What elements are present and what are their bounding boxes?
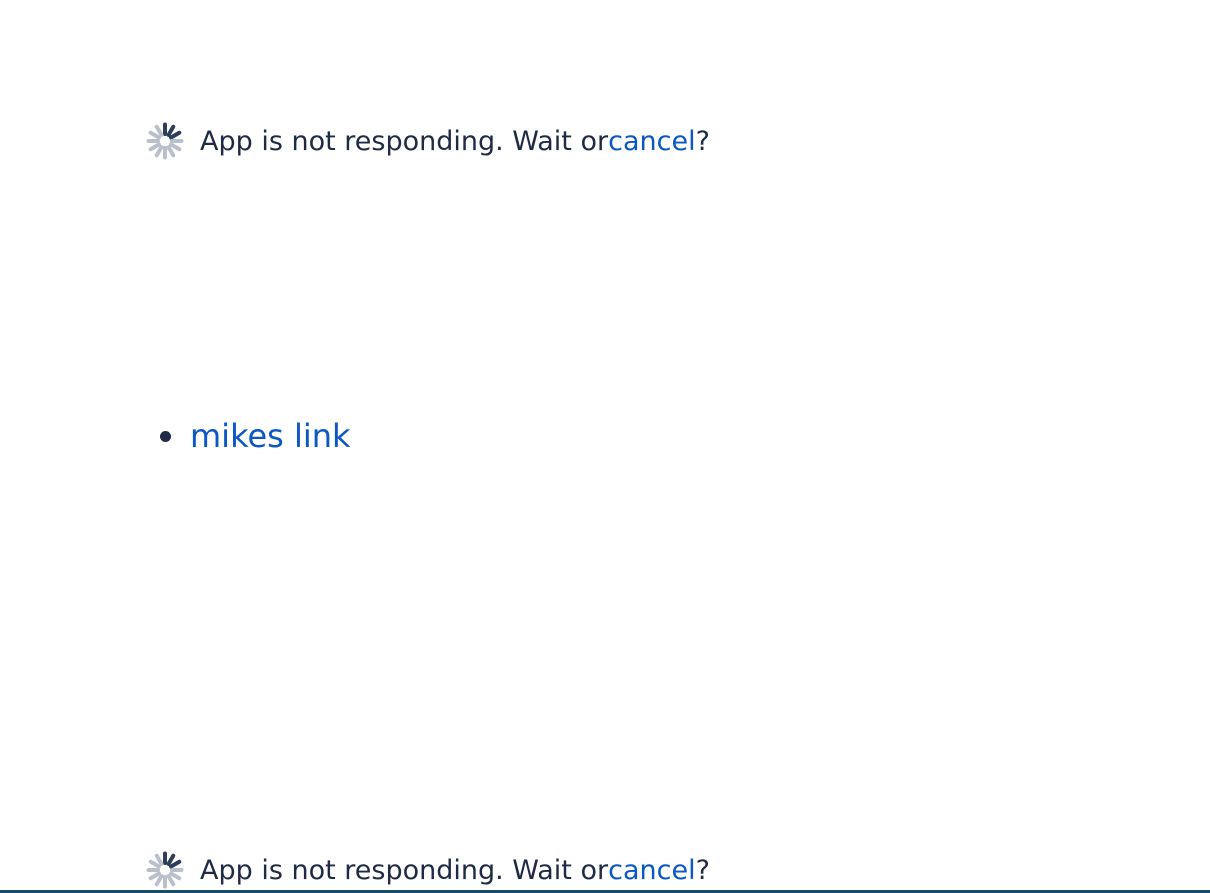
spinner-icon xyxy=(145,121,185,161)
mikes-link[interactable]: mikes link xyxy=(190,417,351,455)
spinner-spoke xyxy=(166,145,176,158)
not-responding-text: App is not responding. Wait or xyxy=(200,854,609,886)
question-mark: ? xyxy=(695,125,710,157)
spinner-spoke xyxy=(169,859,182,869)
spinner-spoke xyxy=(166,853,176,866)
spinner-spoke xyxy=(148,130,161,140)
spinner-spoke xyxy=(166,124,176,137)
link-list: mikes link xyxy=(0,412,351,460)
spinner-spoke xyxy=(169,130,182,140)
not-responding-message-bottom: App is not responding. Wait or cancel ? xyxy=(145,850,710,890)
spinner-spoke xyxy=(154,874,164,887)
not-responding-text: App is not responding. Wait or xyxy=(200,125,609,157)
spinner-spoke xyxy=(148,871,161,881)
spinner-spoke xyxy=(148,142,161,152)
spinner-icon xyxy=(145,850,185,890)
cancel-link[interactable]: cancel xyxy=(608,855,695,886)
spinner-spoke xyxy=(169,871,182,881)
spinner-spoke xyxy=(154,145,164,158)
cancel-link[interactable]: cancel xyxy=(608,126,695,157)
bullet-icon xyxy=(160,430,171,442)
not-responding-message-top: App is not responding. Wait or cancel ? xyxy=(145,121,710,161)
spinner-spoke xyxy=(166,874,176,887)
list-item: mikes link xyxy=(160,412,351,460)
question-mark: ? xyxy=(695,854,710,886)
page: App is not responding. Wait or cancel ? … xyxy=(0,0,1210,893)
spinner-spoke xyxy=(148,859,161,869)
spinner-spoke xyxy=(154,853,164,866)
spinner-spoke xyxy=(154,124,164,137)
spinner-spoke xyxy=(169,142,182,152)
